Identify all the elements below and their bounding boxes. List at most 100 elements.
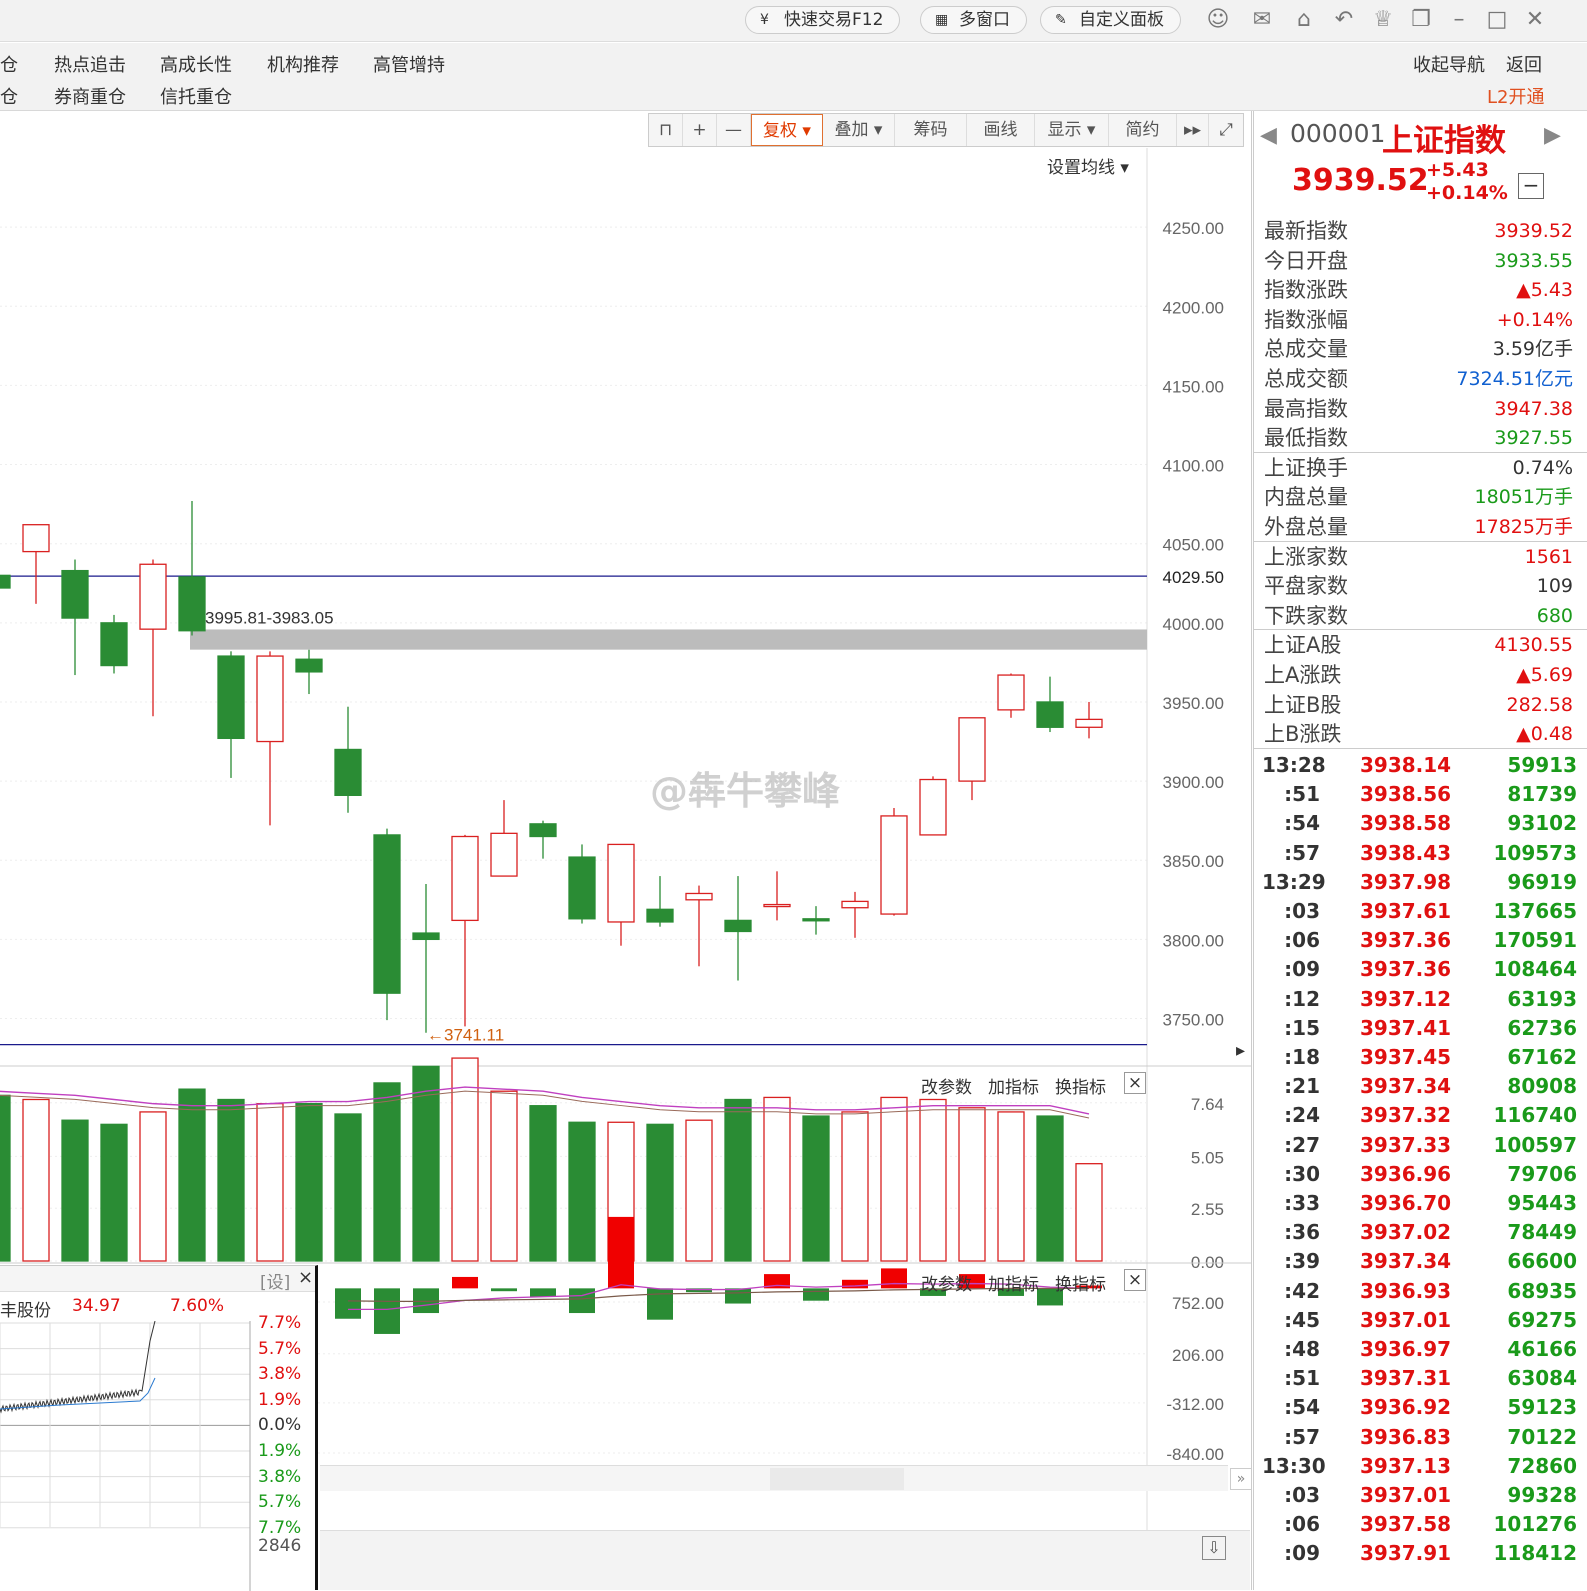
mini-scale-label: 1.9% bbox=[258, 1441, 302, 1461]
tick-row: 13:28 3938.14 59913 bbox=[1262, 751, 1577, 780]
back-link[interactable]: 返回 bbox=[1506, 51, 1542, 77]
download-icon[interactable]: ⇩ bbox=[1202, 1536, 1226, 1560]
tick-row: :45 3937.01 69275 bbox=[1262, 1306, 1577, 1335]
tick-row: :03 3937.01 99328 bbox=[1262, 1481, 1577, 1510]
quote-row-value: 3947.38 bbox=[1494, 397, 1573, 420]
macd-close-icon[interactable]: × bbox=[1124, 1269, 1146, 1291]
fullscreen-icon[interactable]: ⤢ bbox=[1209, 114, 1243, 146]
kline-y-tick: 4000.00 bbox=[1163, 615, 1224, 634]
quote-row-value: 4130.55 bbox=[1494, 634, 1573, 657]
adjust-price-button[interactable]: 复权 ▾ bbox=[751, 114, 823, 146]
quick-trade-button[interactable]: ¥ 快速交易F12 bbox=[745, 6, 901, 34]
minimize-icon[interactable]: – bbox=[1446, 8, 1472, 32]
stock-name: 上证指数 bbox=[1382, 123, 1506, 159]
display-button[interactable]: 显示 ▾ bbox=[1035, 114, 1109, 146]
custom-panel-button[interactable]: ✎ 自定义面板 bbox=[1040, 6, 1181, 34]
simple-button[interactable]: 简约 bbox=[1109, 114, 1177, 146]
mini-scale-label: 5.7% bbox=[258, 1492, 302, 1513]
close-icon[interactable]: ✕ bbox=[1522, 8, 1548, 32]
mail-icon[interactable]: ✉ bbox=[1249, 8, 1275, 32]
macd-bar bbox=[647, 1288, 673, 1320]
overlay-button[interactable]: 叠加 ▾ bbox=[823, 114, 895, 146]
macd-add-indicator-button[interactable]: 加指标 bbox=[988, 1270, 1039, 1295]
tick-time: :27 bbox=[1284, 1132, 1320, 1157]
quote-row-value: 3927.55 bbox=[1494, 427, 1573, 450]
maximize-icon[interactable]: □ bbox=[1484, 8, 1510, 32]
tick-row: 13:30 3937.13 72860 bbox=[1262, 1452, 1577, 1481]
tick-price: 3938.58 bbox=[1360, 811, 1452, 836]
nav-item[interactable]: 仓 bbox=[0, 83, 18, 109]
nav-item[interactable]: 仓 bbox=[0, 51, 18, 77]
nav-item-growth[interactable]: 高成长性 bbox=[160, 51, 232, 77]
tick-time: :42 bbox=[1284, 1278, 1320, 1303]
next-stock-icon[interactable]: ▶ bbox=[1544, 123, 1561, 148]
macd-params-button[interactable]: 改参数 bbox=[921, 1270, 972, 1295]
vol-params-button[interactable]: 改参数 bbox=[921, 1073, 972, 1098]
chips-button[interactable]: 筹码 bbox=[895, 114, 967, 146]
quote-row-value: 109 bbox=[1536, 575, 1573, 598]
tick-time: 13:29 bbox=[1262, 869, 1326, 894]
collapse-nav-link[interactable]: 收起导航 bbox=[1413, 51, 1485, 77]
horizontal-scrollbar[interactable]: » bbox=[320, 1465, 1252, 1491]
mini-scale-label: 3.8% bbox=[258, 1466, 302, 1487]
mini-scale-label: 1.9% bbox=[258, 1389, 302, 1410]
user-icon[interactable]: ☺ bbox=[1205, 8, 1231, 32]
vol-close-icon[interactable]: × bbox=[1124, 1072, 1146, 1094]
skin-icon[interactable]: ♕ bbox=[1370, 8, 1396, 32]
candle-body bbox=[373, 834, 401, 994]
tick-time: :54 bbox=[1284, 1395, 1320, 1420]
macd-y-tick: -840.00 bbox=[1166, 1445, 1224, 1464]
macd-switch-indicator-button[interactable]: 换指标 bbox=[1055, 1270, 1106, 1295]
tick-volume: 116740 bbox=[1493, 1103, 1578, 1128]
restore-window-icon[interactable]: ❐ bbox=[1408, 8, 1434, 32]
volume-bar bbox=[295, 1102, 323, 1262]
tick-volume: 79706 bbox=[1507, 1161, 1577, 1186]
collapse-quote-icon[interactable]: − bbox=[1518, 173, 1544, 199]
scroll-thumb[interactable] bbox=[770, 1468, 904, 1490]
sidebar-toggle-icon[interactable]: ▸ bbox=[1236, 1040, 1246, 1074]
index-change: +5.43 bbox=[1426, 159, 1489, 181]
vol-add-indicator-button[interactable]: 加指标 bbox=[988, 1073, 1039, 1098]
tick-volume: 66600 bbox=[1507, 1249, 1577, 1274]
undo-icon[interactable]: ↶ bbox=[1331, 8, 1357, 32]
tick-volume: 78449 bbox=[1507, 1220, 1577, 1245]
vol-switch-indicator-button[interactable]: 换指标 bbox=[1055, 1073, 1106, 1098]
prev-stock-icon[interactable]: ◀ bbox=[1260, 123, 1277, 148]
nav-item-hot[interactable]: 热点追击 bbox=[54, 51, 126, 77]
multi-window-button[interactable]: ▦ 多窗口 bbox=[920, 6, 1027, 34]
macd-y-tick: 206.00 bbox=[1172, 1346, 1224, 1365]
quote-row: 上B涨跌 ▲0.48 bbox=[1264, 719, 1573, 749]
mini-scale-label: 7.7% bbox=[258, 1517, 302, 1538]
tick-volume: 93102 bbox=[1507, 811, 1577, 836]
tick-volume: 59913 bbox=[1507, 753, 1577, 777]
mini-settings-button[interactable]: [设] bbox=[260, 1268, 290, 1293]
quote-row-value: ▲0.48 bbox=[1516, 723, 1573, 746]
mini-price: 34.97 bbox=[72, 1296, 121, 1316]
lock-icon[interactable]: ⊓ bbox=[649, 114, 683, 146]
tick-volume: 59123 bbox=[1507, 1395, 1577, 1420]
forward-icon[interactable]: ▸▸ bbox=[1177, 114, 1209, 146]
l2-open-link[interactable]: L2开通 bbox=[1487, 83, 1544, 109]
volume-bar bbox=[646, 1123, 674, 1262]
volume-bar bbox=[178, 1088, 206, 1262]
nav-item-exec[interactable]: 高管增持 bbox=[373, 51, 445, 77]
draw-line-button[interactable]: 画线 bbox=[967, 114, 1035, 146]
quote-row-label: 平盘家数 bbox=[1264, 574, 1348, 599]
nav-item-broker[interactable]: 券商重仓 bbox=[54, 83, 126, 109]
candle-body bbox=[100, 622, 128, 667]
home-icon[interactable]: ⌂ bbox=[1291, 8, 1317, 32]
tick-volume: 63084 bbox=[1507, 1366, 1577, 1391]
scroll-right-icon[interactable]: » bbox=[1230, 1468, 1252, 1490]
zoom-in-icon[interactable]: + bbox=[683, 114, 717, 146]
quote-row-label: 上证B股 bbox=[1264, 692, 1342, 717]
tick-time: :51 bbox=[1284, 1366, 1320, 1391]
candle-body bbox=[763, 903, 791, 908]
mini-bottom-value: 2846 bbox=[258, 1536, 302, 1556]
zoom-out-icon[interactable]: — bbox=[717, 114, 751, 146]
nav-item-trust[interactable]: 信托重仓 bbox=[160, 83, 232, 109]
quote-row: 最低指数 3927.55 bbox=[1264, 423, 1573, 453]
tick-row: :27 3937.33 100597 bbox=[1262, 1131, 1577, 1160]
tick-price: 3937.13 bbox=[1360, 1453, 1452, 1478]
mini-close-icon[interactable]: × bbox=[298, 1267, 313, 1288]
nav-item-institution[interactable]: 机构推荐 bbox=[267, 51, 339, 77]
